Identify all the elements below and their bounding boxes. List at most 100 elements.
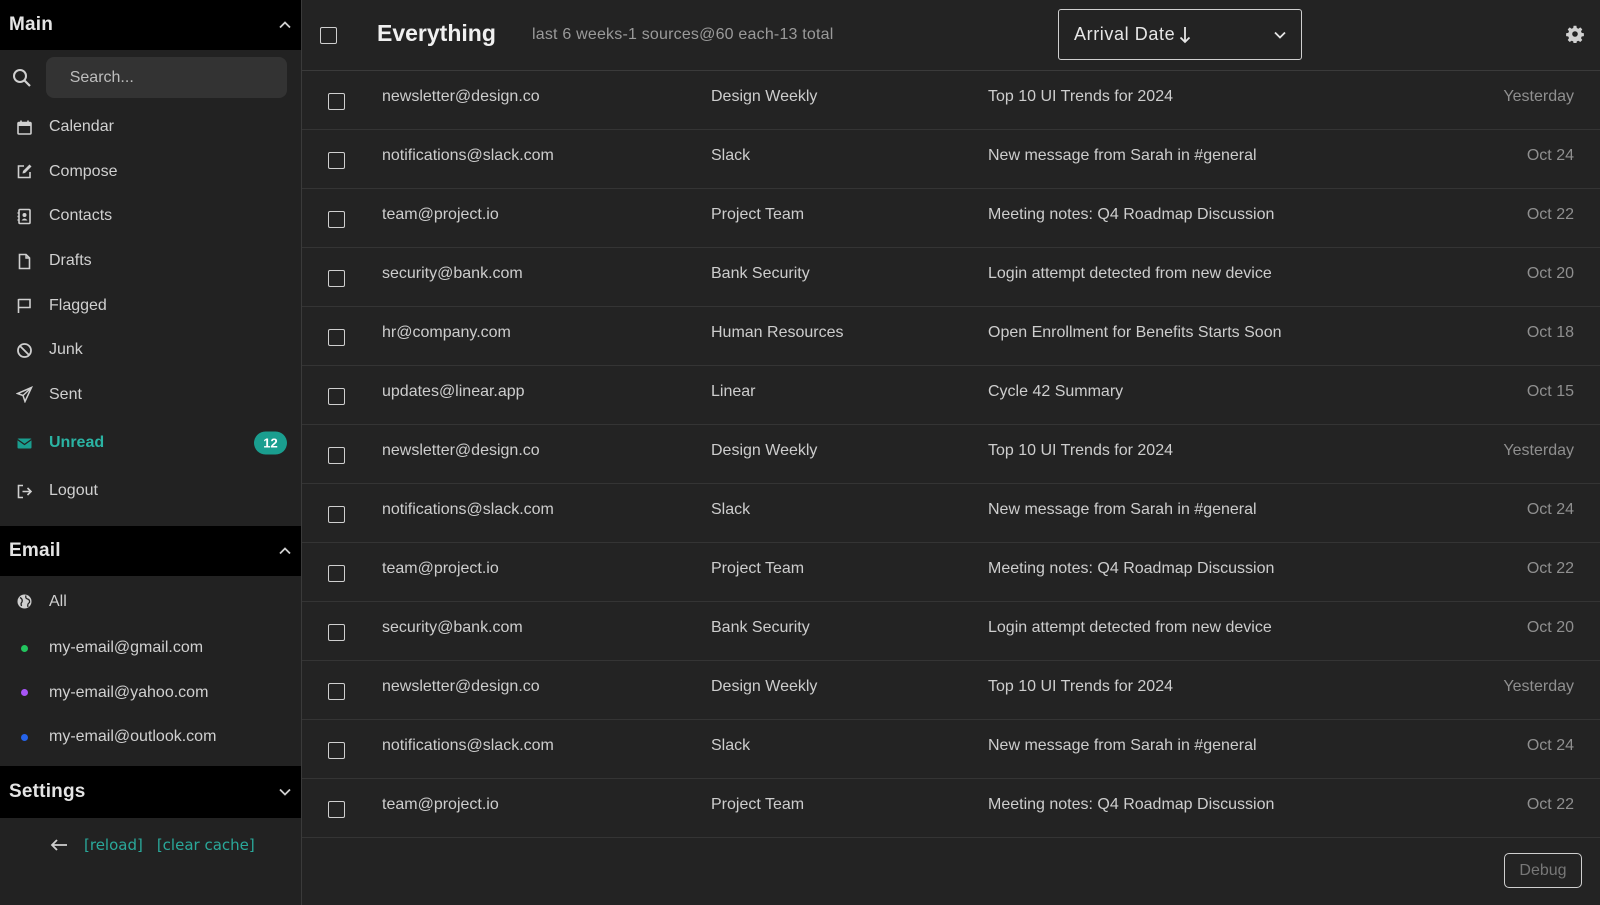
sidebar-item-logout[interactable]: Logout — [0, 469, 301, 514]
row-checkbox[interactable] — [328, 93, 345, 110]
arrow-down-icon — [1179, 26, 1191, 44]
search-icon — [12, 68, 34, 88]
message-sender: Design Weekly — [711, 678, 818, 695]
file-icon — [16, 253, 33, 270]
calendar-icon — [16, 119, 33, 136]
envelope-icon — [16, 435, 33, 452]
sidebar-item-sent[interactable]: Sent — [0, 373, 301, 418]
search-input[interactable]: Search... — [45, 57, 287, 98]
message-row[interactable]: team@project.io Project Team Meeting notes… — [302, 543, 1600, 602]
sidebar-item-label: Compose — [49, 162, 118, 180]
message-sender: Bank Security — [711, 619, 810, 636]
chevron-down-icon[interactable] — [278, 785, 292, 799]
message-row[interactable]: notifications@slack.com Slack New message … — [302, 720, 1600, 779]
main-section-title: Main — [9, 14, 54, 35]
message-from: security@bank.com — [382, 265, 523, 282]
message-row[interactable]: hr@company.com Human Resources Open Enroll… — [302, 307, 1600, 366]
account-label: All — [49, 592, 67, 610]
account-item-outlook[interactable]: my-email@outlook.com — [0, 715, 301, 760]
message-sender: Bank Security — [711, 265, 810, 282]
message-sender: Project Team — [711, 560, 805, 577]
chevron-down-icon — [1273, 28, 1287, 42]
email-accounts: All my-email@gmail.com my-email@yahoo.co… — [0, 576, 301, 760]
row-checkbox[interactable] — [328, 211, 345, 228]
row-checkbox[interactable] — [328, 683, 345, 700]
message-subject: New message from Sarah in #general — [988, 501, 1257, 518]
sidebar-item-label: Junk — [49, 341, 83, 359]
reload-link[interactable]: [reload] — [84, 836, 143, 854]
sidebar-item-calendar[interactable]: Calendar — [0, 105, 301, 150]
clear-cache-link[interactable]: [clear cache] — [157, 836, 255, 854]
message-row[interactable]: newsletter@design.co Design Weekly Top 10 … — [302, 71, 1600, 130]
message-date: Oct 20 — [1526, 619, 1574, 636]
message-date: Oct 24 — [1526, 737, 1574, 754]
sidebar-item-label: Contacts — [49, 207, 113, 225]
select-all-checkbox[interactable] — [320, 27, 337, 44]
message-from: updates@linear.app — [382, 383, 525, 400]
row-checkbox[interactable] — [328, 270, 345, 287]
row-checkbox[interactable] — [328, 742, 345, 759]
sidebar-item-flagged[interactable]: Flagged — [0, 283, 301, 328]
row-checkbox[interactable] — [328, 565, 345, 582]
message-row[interactable]: security@bank.com Bank Security Login atte… — [302, 248, 1600, 307]
gear-icon[interactable] — [1566, 25, 1584, 44]
row-checkbox[interactable] — [328, 624, 345, 641]
message-row[interactable]: team@project.io Project Team Meeting notes… — [302, 779, 1600, 838]
message-row[interactable]: security@bank.com Bank Security Login atte… — [302, 602, 1600, 661]
sidebar-item-label: Drafts — [49, 252, 92, 270]
main-section-header[interactable]: Main — [0, 0, 301, 50]
row-checkbox[interactable] — [328, 447, 345, 464]
message-sender: Design Weekly — [711, 442, 818, 459]
account-item-yahoo[interactable]: my-email@yahoo.com — [0, 670, 301, 715]
message-date: Oct 24 — [1526, 147, 1574, 164]
compose-icon — [16, 163, 33, 180]
chevron-up-icon[interactable] — [278, 18, 292, 32]
sidebar-item-label: Flagged — [49, 296, 107, 314]
account-status-dot — [16, 684, 33, 701]
sort-select[interactable]: Arrival Date — [1058, 9, 1302, 60]
email-section-header[interactable]: Email — [0, 525, 301, 576]
message-list-pane: Everything last 6 weeks-1 sources@60 eac… — [302, 0, 1600, 905]
account-label: my-email@yahoo.com — [49, 683, 209, 701]
account-item-all[interactable]: All — [0, 578, 301, 626]
message-row[interactable]: notifications@slack.com Slack New message … — [302, 484, 1600, 543]
message-sender: Slack — [711, 147, 751, 164]
message-subject: Meeting notes: Q4 Roadmap Discussion — [988, 796, 1275, 813]
globe-icon — [16, 593, 33, 610]
row-checkbox[interactable] — [328, 388, 345, 405]
ban-icon — [16, 342, 33, 359]
message-sender: Slack — [711, 501, 751, 518]
message-date: Yesterday — [1503, 678, 1574, 695]
row-checkbox[interactable] — [328, 329, 345, 346]
sidebar-item-compose[interactable]: Compose — [0, 150, 301, 195]
message-row[interactable]: newsletter@design.co Design Weekly Top 10 … — [302, 661, 1600, 720]
row-checkbox[interactable] — [328, 506, 345, 523]
sidebar-item-unread[interactable]: Unread 12 — [0, 417, 301, 469]
message-list: newsletter@design.co Design Weekly Top 10 … — [302, 71, 1600, 838]
message-row[interactable]: updates@linear.app Linear Cycle 42 Summary… — [302, 366, 1600, 425]
debug-button[interactable]: Debug — [1504, 853, 1582, 888]
settings-section-title: Settings — [9, 780, 86, 802]
sidebar-item-drafts[interactable]: Drafts — [0, 239, 301, 284]
row-checkbox[interactable] — [328, 801, 345, 818]
message-from: notifications@slack.com — [382, 147, 554, 164]
unread-count-badge: 12 — [254, 431, 287, 455]
message-row[interactable]: newsletter@design.co Design Weekly Top 10 … — [302, 425, 1600, 484]
row-checkbox[interactable] — [328, 152, 345, 169]
settings-section-header[interactable]: Settings — [0, 765, 301, 818]
message-row[interactable]: notifications@slack.com Slack New message … — [302, 130, 1600, 189]
sidebar-item-label: Unread — [49, 434, 105, 452]
account-item-gmail[interactable]: my-email@gmail.com — [0, 626, 301, 671]
message-subject: New message from Sarah in #general — [988, 147, 1257, 164]
sidebar-item-junk[interactable]: Junk — [0, 328, 301, 373]
chevron-up-icon[interactable] — [278, 544, 292, 558]
message-subject: Top 10 UI Trends for 2024 — [988, 442, 1173, 459]
sidebar: Main Search... Calendar Compose Contacts — [0, 0, 302, 905]
send-icon — [16, 386, 33, 404]
arrow-left-icon[interactable] — [50, 838, 68, 852]
message-from: notifications@slack.com — [382, 501, 554, 518]
account-label: my-email@outlook.com — [49, 728, 217, 746]
message-row[interactable]: team@project.io Project Team Meeting notes… — [302, 189, 1600, 248]
view-meta: last 6 weeks-1 sources@60 each-13 total — [532, 26, 834, 43]
sidebar-item-contacts[interactable]: Contacts — [0, 194, 301, 239]
